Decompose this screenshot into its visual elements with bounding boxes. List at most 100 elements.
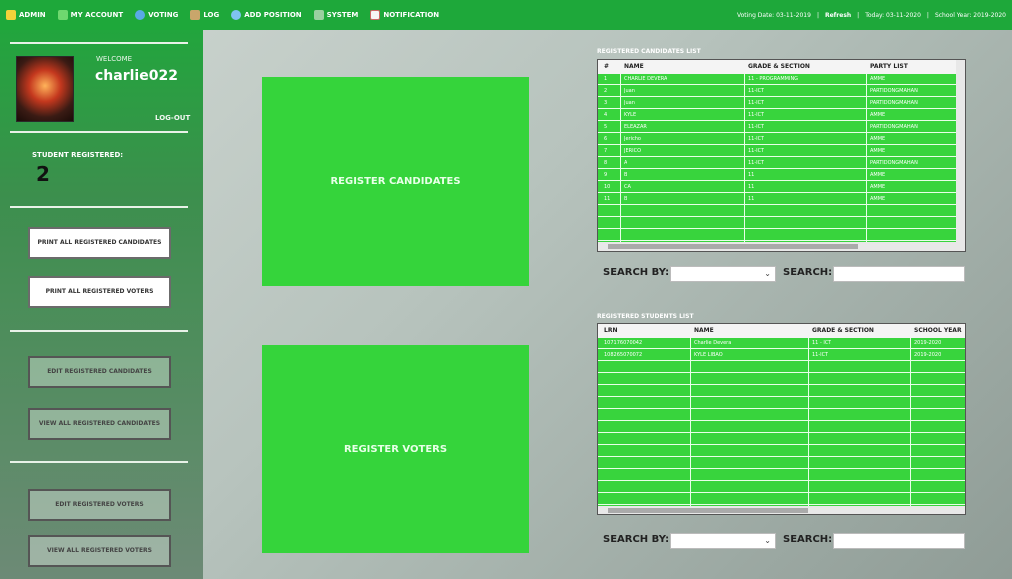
system-icon: [313, 10, 324, 20]
table-cell: 11: [748, 196, 755, 202]
table-cell: CA: [624, 184, 631, 190]
table-cell: PARTIDONGMAHAN: [870, 160, 918, 166]
menu-voting[interactable]: VOTING: [129, 0, 184, 30]
print-candidates-button[interactable]: PRINT ALL REGISTERED CANDIDATES: [28, 227, 171, 259]
table-cell: A: [624, 160, 628, 166]
table-row[interactable]: 4 KYLE 11-ICT AMME: [598, 110, 956, 121]
empty-table-row: [598, 218, 956, 229]
table-cell: PARTIDONGMAHAN: [870, 88, 918, 94]
table-cell: Juan: [624, 100, 635, 106]
table-cell: CHARLIE DEVERA: [624, 76, 668, 82]
table-cell: Juan: [624, 88, 635, 94]
table-cell: Jericho: [624, 136, 641, 142]
table-cell: 11-ICT: [748, 136, 765, 142]
table-cell: 11-ICT: [812, 352, 829, 358]
column-divider: [866, 74, 867, 242]
table-cell: 11-ICT: [748, 100, 765, 106]
table-row[interactable]: 6 Jericho 11-ICT AMME: [598, 134, 956, 145]
menu-notification[interactable]: NOTIFICATION: [364, 0, 445, 30]
candidates-vertical-scrollbar[interactable]: [956, 60, 965, 242]
table-cell: 2019-2020: [914, 352, 942, 358]
column-divider: [744, 74, 745, 242]
table-row[interactable]: 7 JERICO 11-ICT AMME: [598, 146, 956, 157]
menu-admin[interactable]: ADMIN: [0, 0, 52, 30]
table-cell: 108265070072: [604, 352, 643, 358]
table-cell: 11 - PROGRAMMING: [748, 76, 799, 82]
avatar: [16, 56, 74, 122]
candidates-search-label: SEARCH:: [783, 267, 833, 278]
logout-link[interactable]: LOG-OUT: [155, 114, 190, 122]
print-voters-button[interactable]: PRINT ALL REGISTERED VOTERS: [28, 276, 171, 308]
candidates-scroll-thumb[interactable]: [608, 244, 858, 249]
table-row[interactable]: 10 CA 11 AMME: [598, 182, 956, 193]
edit-candidates-label: EDIT REGISTERED CANDIDATES: [47, 368, 152, 376]
sidebar-divider: [10, 330, 188, 332]
table-cell: AMME: [870, 184, 886, 190]
table-row[interactable]: 3 Juan 11-ICT PARTIDONGMAHAN: [598, 98, 956, 109]
table-row[interactable]: 2 Juan 11-ICT PARTIDONGMAHAN: [598, 86, 956, 97]
view-candidates-label: VIEW ALL REGISTERED CANDIDATES: [38, 420, 161, 428]
voting-date: Voting Date: 03-11-2019: [736, 11, 811, 19]
refresh-link[interactable]: Refresh: [825, 12, 851, 19]
students-search-by-select[interactable]: ⌄: [670, 533, 776, 549]
edit-voters-label: EDIT REGISTERED VOTERS: [55, 501, 144, 509]
table-cell: 8: [604, 160, 608, 166]
col-school-year: SCHOOL YEAR: [914, 327, 962, 334]
table-cell: JERICO: [624, 148, 642, 154]
candidates-horizontal-scrollbar[interactable]: [598, 242, 965, 251]
students-list-title: REGISTERED STUDENTS LIST: [597, 313, 694, 320]
candidates-table[interactable]: # NAME GRADE & SECTION PARTY LIST 1 CHARL…: [597, 59, 966, 252]
table-cell: 9: [604, 172, 608, 178]
table-cell: PARTIDONGMAHAN: [870, 100, 918, 106]
menu-add-position[interactable]: ADD POSITION: [225, 0, 307, 30]
table-row[interactable]: 8 A 11-ICT PARTIDONGMAHAN: [598, 158, 956, 169]
table-cell: 11-ICT: [748, 148, 765, 154]
table-cell: 11: [748, 184, 755, 190]
admin-icon: [6, 10, 16, 20]
candidates-search-input[interactable]: [833, 266, 965, 282]
menu-log[interactable]: LOG: [184, 0, 225, 30]
username: charlie022: [95, 68, 178, 84]
table-cell: AMME: [870, 136, 886, 142]
menu-log-label: LOG: [203, 11, 220, 19]
col-name: NAME: [624, 63, 644, 70]
view-voters-button[interactable]: VIEW ALL REGISTERED VOTERS: [28, 535, 171, 567]
table-row[interactable]: 5 ELEAZAR 11-ICT PARTIDONGMAHAN: [598, 122, 956, 133]
register-voters-label: REGISTER VOTERS: [343, 443, 448, 455]
candidates-list-title: REGISTERED CANDIDATES LIST: [597, 48, 701, 55]
students-horizontal-scrollbar[interactable]: [598, 506, 965, 514]
students-table[interactable]: LRN NAME GRADE & SECTION SCHOOL YEAR 107…: [597, 323, 966, 515]
edit-voters-button[interactable]: EDIT REGISTERED VOTERS: [28, 489, 171, 521]
candidates-search-by-select[interactable]: ⌄: [670, 266, 776, 282]
register-voters-tile[interactable]: REGISTER VOTERS: [262, 345, 529, 553]
add-position-icon: [231, 10, 242, 20]
student-registered-count: 2: [36, 162, 50, 186]
students-scroll-thumb[interactable]: [608, 508, 808, 513]
notification-icon: [370, 10, 381, 20]
empty-table-row: [598, 230, 956, 241]
edit-candidates-button[interactable]: EDIT REGISTERED CANDIDATES: [28, 356, 171, 388]
view-candidates-button[interactable]: VIEW ALL REGISTERED CANDIDATES: [28, 408, 171, 440]
table-cell: 11-ICT: [748, 124, 765, 130]
table-cell: 4: [604, 112, 608, 118]
table-cell: 11-ICT: [748, 88, 765, 94]
table-cell: 11 - ICT: [812, 340, 832, 346]
table-row[interactable]: 9 B 11 AMME: [598, 170, 956, 181]
print-candidates-label: PRINT ALL REGISTERED CANDIDATES: [37, 239, 162, 247]
students-search-by-label: SEARCH BY:: [603, 534, 670, 545]
table-row[interactable]: 1 CHARLIE DEVERA 11 - PROGRAMMING AMME: [598, 74, 956, 85]
menu-system[interactable]: SYSTEM: [308, 0, 365, 30]
menu-voting-label: VOTING: [148, 11, 179, 19]
register-candidates-tile[interactable]: REGISTER CANDIDATES: [262, 77, 529, 286]
sidebar-divider: [10, 42, 188, 44]
menu-notification-label: NOTIFICATION: [383, 11, 440, 19]
menu-my-account-label: MY ACCOUNT: [70, 11, 124, 19]
menu-my-account[interactable]: MY ACCOUNT: [52, 0, 129, 30]
menu-system-label: SYSTEM: [326, 11, 359, 19]
menu-admin-label: ADMIN: [19, 11, 46, 19]
table-cell: 5: [604, 124, 608, 130]
students-search-input[interactable]: [833, 533, 965, 549]
table-cell: ELEAZAR: [624, 124, 647, 130]
table-row[interactable]: 11 B 11 AMME: [598, 194, 956, 205]
table-cell: AMME: [870, 172, 886, 178]
